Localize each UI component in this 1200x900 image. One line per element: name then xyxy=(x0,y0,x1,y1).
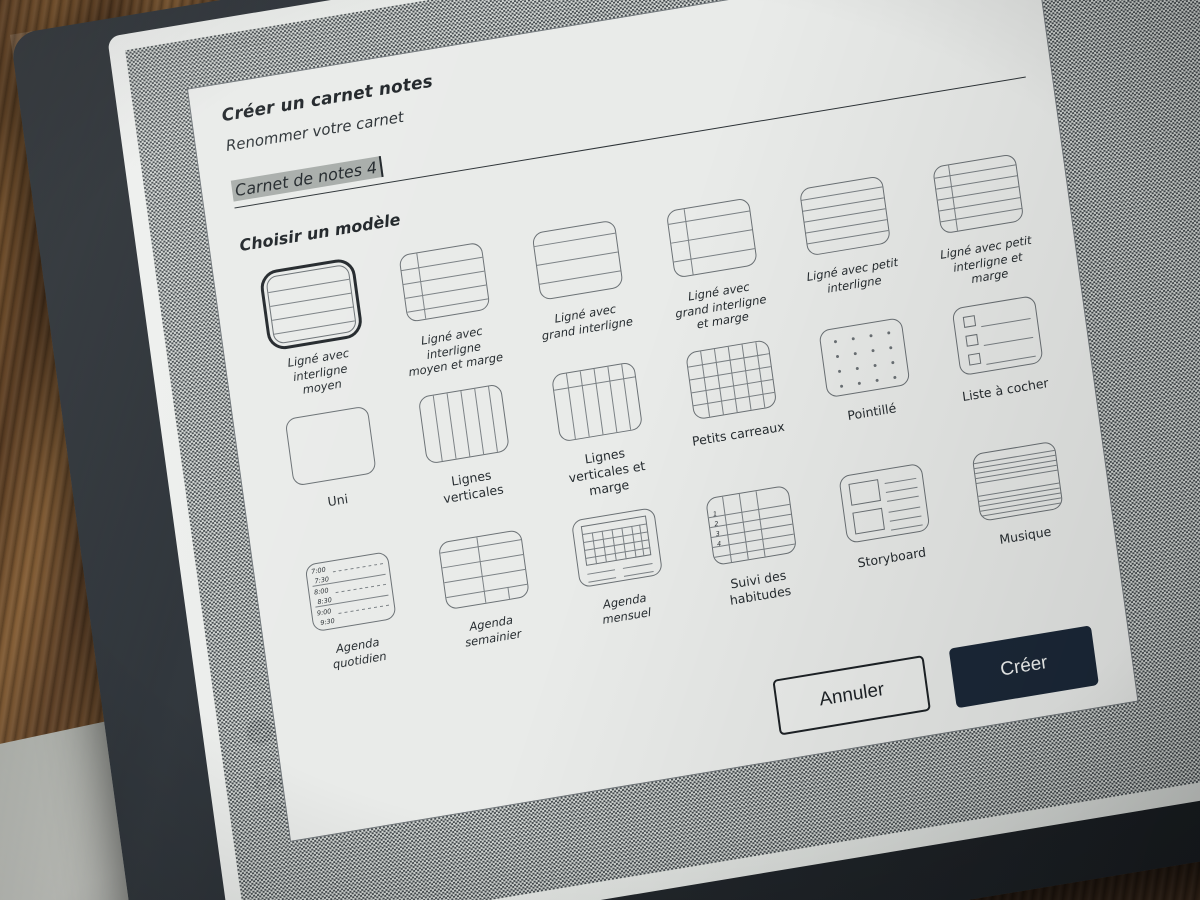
template-option-habit-tracker[interactable]: 1 2 3 4 Suivi des habitudes xyxy=(683,470,824,614)
template-thumb-frame xyxy=(832,456,938,551)
plain-icon xyxy=(284,405,377,487)
weekly-planner-icon xyxy=(437,529,530,611)
template-thumb-frame: 1 2 3 4 xyxy=(698,478,804,573)
device-screen: 09:29 Recherche Carnet de notes 3 16 oct… xyxy=(125,0,1200,900)
template-thumb-frame xyxy=(278,399,384,494)
create-notebook-dialog: Créer un carnet notes Renommer votre car… xyxy=(186,0,1139,842)
template-option-plain[interactable]: Uni xyxy=(262,390,405,550)
template-label: Agenda mensuel xyxy=(601,590,652,627)
lines-icon xyxy=(264,263,357,345)
template-option-lined-small-margin[interactable]: Ligné avec petit interligne et marge xyxy=(910,138,1052,294)
checklist-icon xyxy=(951,295,1045,377)
vertical-lines-icon xyxy=(417,383,510,465)
template-option-storyboard[interactable]: Storyboard xyxy=(816,448,957,592)
template-option-lined-medium-margin[interactable]: Ligné avec interligne moyen et marge xyxy=(376,226,518,382)
template-label: Lignes verticales xyxy=(442,467,505,507)
time-label: 8:00 xyxy=(313,586,330,597)
template-label: Suivi des habitudes xyxy=(728,567,793,608)
template-option-music[interactable]: Musique xyxy=(950,426,1091,570)
template-option-lined-medium[interactable]: Ligné avec interligne moyen xyxy=(243,249,385,405)
cancel-button[interactable]: Annuler xyxy=(772,654,932,736)
grid-icon xyxy=(684,339,777,421)
time-label: 9:00 xyxy=(316,607,332,618)
template-label: Pointillé xyxy=(846,400,898,424)
notebook-name-input[interactable]: Carnet de notes 4 xyxy=(230,156,384,202)
storyboard-icon xyxy=(838,462,931,545)
music-staff-icon xyxy=(971,440,1064,522)
template-option-daily-planner[interactable]: 7:00 7:30 8:00 8:30 9:00 9:30 Agenda quo… xyxy=(282,536,423,680)
daily-planner-icon: 7:00 7:30 8:00 8:30 9:00 9:30 xyxy=(304,551,397,633)
template-thumb-frame xyxy=(965,434,1071,529)
template-thumb-frame xyxy=(812,310,918,405)
template-thumb-frame xyxy=(525,213,631,308)
template-label: Ligné avec interligne moyen xyxy=(286,345,350,398)
template-option-vertical-lines-margin[interactable]: Lignes verticales et marge xyxy=(529,346,672,506)
lines-small-margin-icon xyxy=(932,153,1025,235)
template-option-lined-large[interactable]: Ligné avec grand interligne xyxy=(510,204,652,360)
template-option-monthly-planner[interactable]: Agenda mensuel xyxy=(549,492,690,636)
lines-large-margin-icon xyxy=(665,197,758,279)
template-thumb-frame xyxy=(431,522,537,617)
template-label: Ligné avec grand interligne xyxy=(540,301,634,343)
template-option-lined-large-margin[interactable]: Ligné avec grand interligne et marge xyxy=(643,182,785,338)
monthly-planner-icon xyxy=(571,507,664,589)
template-thumb-frame xyxy=(565,500,671,595)
habit-row-label: 1 xyxy=(712,510,718,519)
vertical-lines-margin-icon xyxy=(551,361,644,443)
template-thumb-frame xyxy=(258,256,364,352)
time-label: 9:30 xyxy=(319,616,336,628)
template-label: Lignes verticales et marge xyxy=(567,445,647,499)
habit-row-label: 3 xyxy=(715,529,721,539)
template-label: Storyboard xyxy=(856,544,927,571)
template-label: Ligné avec interligne moyen et marge xyxy=(407,323,504,380)
template-option-dotted[interactable]: Pointillé xyxy=(796,302,939,462)
time-label: 7:00 xyxy=(310,565,327,576)
template-label: Uni xyxy=(326,491,349,510)
lines-large-icon xyxy=(531,219,625,301)
template-thumb-frame xyxy=(411,377,517,472)
template-label: Agenda quotidien xyxy=(331,634,388,672)
create-button[interactable]: Créer xyxy=(949,625,1099,709)
template-thumb-frame xyxy=(792,168,898,263)
template-thumb-frame xyxy=(926,146,1032,241)
eink-tablet: 09:29 Recherche Carnet de notes 3 16 oct… xyxy=(10,0,1200,900)
habit-row-label: 4 xyxy=(716,539,722,549)
template-label: Ligné avec petit interligne xyxy=(805,254,899,296)
template-thumb-frame xyxy=(392,235,498,330)
template-label: Ligné avec grand interligne et marge xyxy=(674,279,768,332)
template-option-checklist[interactable]: Liste à cocher xyxy=(930,280,1073,440)
template-label: Musique xyxy=(998,523,1053,548)
dotted-icon xyxy=(818,317,911,399)
template-option-small-squares[interactable]: Petits carreaux xyxy=(663,324,806,484)
template-option-vertical-lines[interactable]: Lignes verticales xyxy=(396,368,539,528)
template-thumb-frame xyxy=(545,355,651,450)
template-option-weekly-planner[interactable]: Agenda semainier xyxy=(416,514,557,658)
template-option-lined-small[interactable]: Ligné avec petit interligne xyxy=(777,160,919,316)
habit-tracker-icon: 1 2 3 4 xyxy=(704,485,797,567)
template-label: Agenda semainier xyxy=(464,612,523,650)
template-thumb-frame xyxy=(945,288,1051,383)
template-thumb-frame xyxy=(678,332,784,427)
lines-margin-icon xyxy=(398,241,491,323)
lines-small-icon xyxy=(798,175,892,257)
template-thumb-frame xyxy=(659,191,765,286)
habit-row-label: 2 xyxy=(713,519,720,529)
template-label: Ligné avec petit interligne et marge xyxy=(939,232,1033,287)
template-thumb-frame: 7:00 7:30 8:00 8:30 9:00 9:30 xyxy=(298,544,404,639)
